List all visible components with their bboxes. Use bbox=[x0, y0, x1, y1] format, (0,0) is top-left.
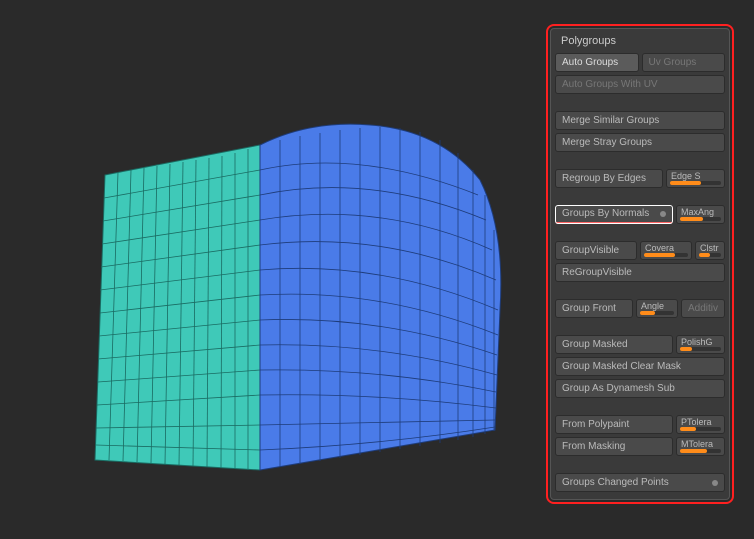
mtolerance-slider[interactable]: MTolera bbox=[676, 437, 725, 456]
groups-by-normals-button[interactable]: Groups By Normals bbox=[555, 205, 673, 224]
ptolerance-slider[interactable]: PTolera bbox=[676, 415, 725, 434]
uv-groups-button[interactable]: Uv Groups bbox=[642, 53, 726, 72]
dot-icon bbox=[660, 211, 666, 217]
edge-smooth-slider[interactable]: Edge S bbox=[666, 169, 725, 188]
mesh-preview bbox=[30, 30, 510, 510]
coverage-label: Covera bbox=[645, 242, 687, 253]
angle-slider[interactable]: Angle bbox=[636, 299, 678, 318]
edge-smooth-label: Edge S bbox=[671, 170, 720, 181]
groups-changed-points-label: Groups Changed Points bbox=[562, 477, 669, 489]
cluster-slider[interactable]: Clstr bbox=[695, 241, 725, 260]
group-as-dynamesh-sub-button[interactable]: Group As Dynamesh Sub bbox=[555, 379, 725, 398]
regroup-visible-button[interactable]: ReGroupVisible bbox=[555, 263, 725, 282]
max-angle-label: MaxAng bbox=[681, 206, 720, 217]
merge-similar-groups-button[interactable]: Merge Similar Groups bbox=[555, 111, 725, 130]
additive-toggle[interactable]: Additiv bbox=[681, 299, 725, 318]
from-polypaint-button[interactable]: From Polypaint bbox=[555, 415, 673, 434]
polygroups-panel: Polygroups Auto Groups Uv Groups Auto Gr… bbox=[550, 28, 730, 500]
from-masking-button[interactable]: From Masking bbox=[555, 437, 673, 456]
group-masked-clear-mask-button[interactable]: Group Masked Clear Mask bbox=[555, 357, 725, 376]
group-masked-button[interactable]: Group Masked bbox=[555, 335, 673, 354]
polish-groups-label: PolishG bbox=[681, 336, 720, 347]
ptolerance-label: PTolera bbox=[681, 416, 720, 427]
max-angle-slider[interactable]: MaxAng bbox=[676, 205, 725, 224]
panel-title: Polygroups bbox=[555, 33, 725, 53]
polish-groups-slider[interactable]: PolishG bbox=[676, 335, 725, 354]
viewport[interactable] bbox=[0, 0, 540, 539]
coverage-slider[interactable]: Covera bbox=[640, 241, 692, 260]
regroup-by-edges-button[interactable]: Regroup By Edges bbox=[555, 169, 663, 188]
dot-icon bbox=[712, 480, 718, 486]
groups-by-normals-label: Groups By Normals bbox=[562, 208, 649, 220]
auto-groups-button[interactable]: Auto Groups bbox=[555, 53, 639, 72]
cluster-label: Clstr bbox=[700, 242, 720, 253]
group-visible-button[interactable]: GroupVisible bbox=[555, 241, 637, 260]
mtolerance-label: MTolera bbox=[681, 438, 720, 449]
auto-groups-with-uv-button[interactable]: Auto Groups With UV bbox=[555, 75, 725, 94]
angle-label: Angle bbox=[641, 300, 673, 311]
merge-stray-groups-button[interactable]: Merge Stray Groups bbox=[555, 133, 725, 152]
group-front-button[interactable]: Group Front bbox=[555, 299, 633, 318]
groups-changed-points-button[interactable]: Groups Changed Points bbox=[555, 473, 725, 492]
